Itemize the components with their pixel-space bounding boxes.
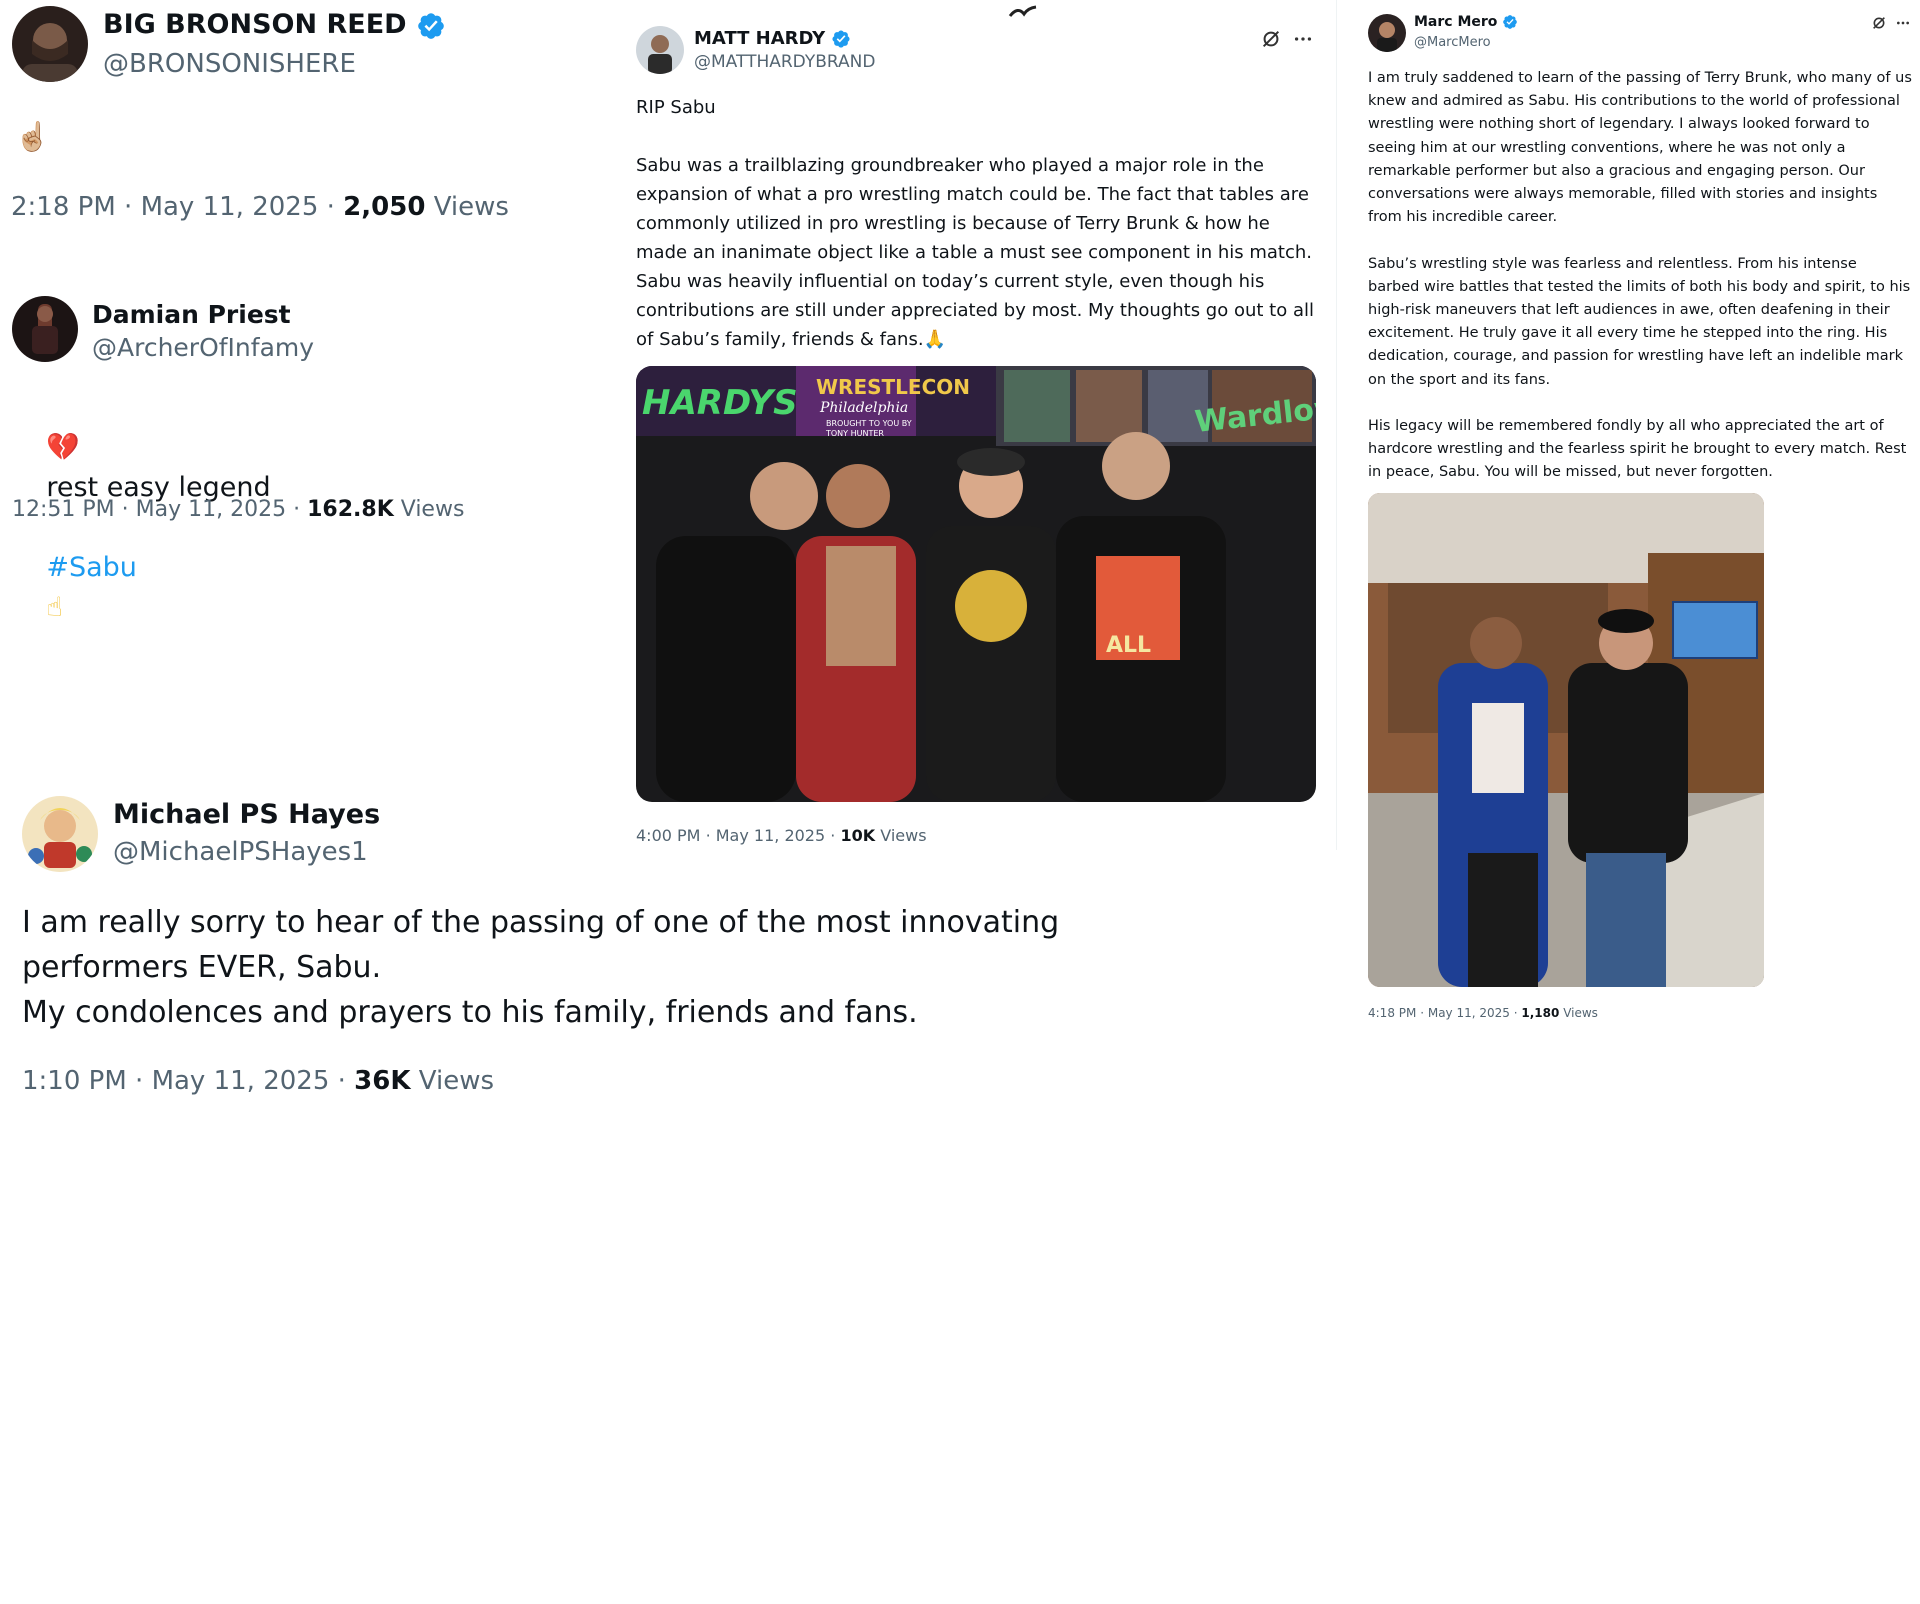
tweet-time[interactable]: 2:18 PM (11, 192, 116, 222)
views-label: Views (433, 192, 509, 222)
photo-text-all: ALL (1106, 633, 1151, 658)
tweet-text: I am truly saddened to learn of the pass… (1368, 70, 1912, 481)
views-count: 1,180 (1521, 1006, 1560, 1020)
separator: · (121, 497, 129, 522)
tweet-time[interactable]: 4:18 PM (1368, 1006, 1416, 1020)
separator: · (293, 497, 301, 522)
separator: · (1513, 1006, 1518, 1020)
tweet-bronson: BIG BRONSON REED @BRONSONISHERE ☝🏼 2:18 … (0, 0, 600, 230)
avatar[interactable] (1368, 14, 1406, 52)
tweet-time[interactable]: 4:00 PM (636, 826, 700, 845)
display-name[interactable]: MATT HARDY (694, 28, 851, 49)
more-options-icon[interactable] (1290, 26, 1316, 52)
tweet-mero: Marc Mero @MarcMero I am truly saddened … (1360, 0, 1920, 1040)
separator: · (705, 826, 711, 845)
display-name-text: Marc Mero (1414, 14, 1498, 30)
views-count: 2,050 (343, 192, 426, 222)
display-name[interactable]: Marc Mero (1414, 14, 1518, 30)
tweet-priest: Damian Priest @ArcherOfInfamy 💔 rest eas… (0, 290, 600, 623)
separator: · (830, 826, 836, 845)
tweet-photo[interactable]: HARDYS WRESTLECON Philadelphia BROUGHT T… (636, 366, 1316, 802)
photo-text-tony: TONY HUNTER (825, 429, 884, 438)
display-name[interactable]: BIG BRONSON REED (103, 9, 446, 41)
avatar-image (636, 26, 684, 74)
tweet-meta: 4:00 PM · May 11, 2025 · 10K Views (636, 826, 927, 845)
handle[interactable]: @MATTHARDYBRAND (694, 52, 875, 72)
tweet-photo[interactable] (1368, 493, 1764, 987)
photo-text-wrestlecon: WRESTLECON (816, 375, 970, 399)
separator: · (337, 1066, 346, 1096)
avatar[interactable] (12, 6, 88, 82)
tweet-meta: 1:10 PM · May 11, 2025 · 36K Views (22, 1066, 494, 1096)
separator: · (326, 192, 335, 222)
tweet-hardy: MATT HARDY @MATTHARDYBRAND RIP Sabu Sabu… (628, 0, 1328, 860)
handle[interactable]: @MarcMero (1414, 35, 1491, 50)
tweet-text: RIP Sabu Sabu was a trailblazing groundb… (636, 97, 1314, 350)
tweet-time[interactable]: 12:51 PM (12, 497, 115, 522)
grok-icon[interactable] (1870, 14, 1888, 32)
hashtag-link[interactable]: #Sabu (46, 552, 137, 583)
handle[interactable]: @BRONSONISHERE (103, 49, 356, 79)
separator: · (135, 1066, 144, 1096)
column-divider (1336, 0, 1337, 850)
photo-text-hardys: HARDYS (642, 383, 798, 423)
photo-text-brought: BROUGHT TO YOU BY (826, 419, 912, 428)
tweet-date[interactable]: May 11, 2025 (141, 192, 319, 222)
verified-badge-icon (418, 12, 444, 39)
display-name[interactable]: Michael PS Hayes (113, 799, 380, 830)
views-count: 10K (840, 826, 876, 845)
tweet-text: I am really sorry to hear of the passing… (22, 905, 1060, 1030)
views-count: 36K (354, 1066, 411, 1096)
avatar[interactable] (636, 26, 684, 74)
handle[interactable]: @MichaelPSHayes1 (113, 837, 368, 867)
grok-icon[interactable] (1258, 26, 1284, 52)
tweet-time[interactable]: 1:10 PM (22, 1066, 127, 1096)
views-label: Views (418, 1066, 495, 1096)
tweet-date[interactable]: May 11, 2025 (716, 826, 825, 845)
tweet-date[interactable]: May 11, 2025 (136, 497, 286, 522)
tweet-meta: 2:18 PM · May 11, 2025 · 2,050 Views (11, 192, 509, 222)
photo-image: HARDYS WRESTLECON Philadelphia BROUGHT T… (636, 366, 1316, 802)
separator: · (1420, 1006, 1425, 1020)
avatar[interactable] (12, 296, 78, 362)
handle[interactable]: @ArcherOfInfamy (92, 333, 314, 362)
tweet-date[interactable]: May 11, 2025 (1428, 1006, 1510, 1020)
tweet-text: ☝🏼 (15, 120, 50, 153)
pen-mark-icon (1008, 4, 1038, 20)
views-count: 162.8K (307, 497, 394, 522)
verified-badge-icon (1503, 15, 1518, 29)
avatar[interactable] (22, 796, 98, 872)
separator: · (124, 192, 133, 222)
photo-image (1368, 493, 1764, 987)
more-options-icon[interactable] (1894, 14, 1912, 32)
avatar-image (12, 296, 78, 362)
pointing-up-emoji: ☝ (46, 592, 63, 623)
avatar-image (1368, 14, 1406, 52)
avatar-image (12, 6, 88, 82)
views-label: Views (1563, 1006, 1598, 1020)
views-label: Views (400, 497, 465, 522)
tweet-meta: 4:18 PM · May 11, 2025 · 1,180 Views (1368, 1006, 1598, 1020)
broken-heart-emoji: 💔 (46, 432, 80, 463)
tweet-date[interactable]: May 11, 2025 (152, 1066, 330, 1096)
views-label: Views (880, 826, 927, 845)
verified-badge-icon (832, 30, 851, 48)
display-name[interactable]: Damian Priest (92, 300, 291, 329)
tweet-meta: 12:51 PM · May 11, 2025 · 162.8K Views (12, 497, 464, 522)
avatar-image (22, 796, 98, 872)
photo-text-philadelphia: Philadelphia (819, 400, 908, 416)
display-name-text: BIG BRONSON REED (103, 9, 407, 40)
display-name-text: MATT HARDY (694, 28, 826, 49)
tweet-text: 💔 rest easy legend #Sabu ☝ (12, 388, 270, 668)
